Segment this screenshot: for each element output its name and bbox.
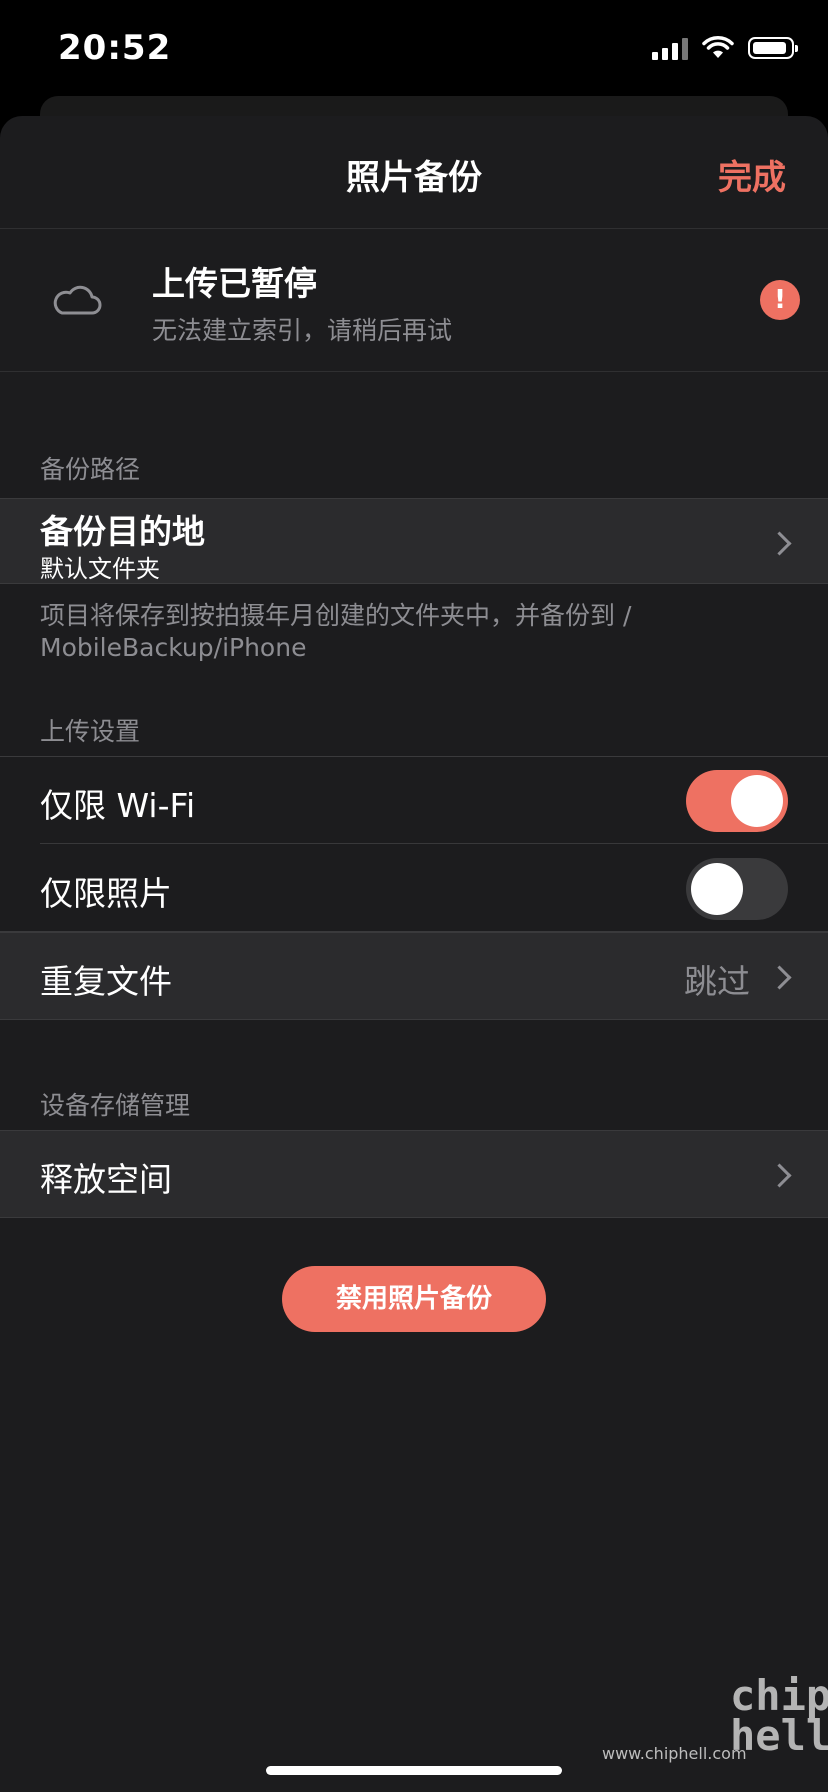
upload-settings-group: 仅限 Wi-Fi 仅限照片 — [0, 756, 828, 932]
photo-backup-sheet: 照片备份 完成 上传已暂停 无法建立索引，请稍后再试 ! 备份路径 备份目的地 … — [0, 116, 828, 1792]
backup-destination-row[interactable]: 备份目的地 默认文件夹 — [0, 498, 828, 584]
chevron-right-icon — [767, 531, 792, 556]
toggle-knob — [731, 775, 783, 827]
free-up-space-label: 释放空间 — [40, 1160, 172, 1199]
backup-path-note: 项目将保存到按拍摄年月创建的文件夹中，并备份到 / MobileBackup/i… — [40, 601, 632, 662]
duplicate-files-label: 重复文件 — [40, 962, 172, 1001]
status-icons — [652, 36, 798, 60]
backup-destination-value: 默认文件夹 — [40, 555, 160, 583]
page-title: 照片备份 — [346, 158, 482, 198]
toggle-knob — [691, 863, 743, 915]
status-time: 20:52 — [58, 28, 172, 68]
duplicate-files-value: 跳过 — [684, 962, 750, 1001]
status-bar: 20:52 — [0, 0, 828, 100]
alert-icon[interactable]: ! — [760, 280, 800, 320]
photos-only-label: 仅限照片 — [40, 874, 172, 913]
chevron-right-icon — [767, 1163, 792, 1188]
battery-icon — [748, 37, 798, 59]
wifi-only-label: 仅限 Wi-Fi — [40, 786, 196, 825]
cellular-signal-icon — [652, 36, 688, 60]
section-label-backup-path: 备份路径 — [40, 455, 141, 484]
upload-status-subtitle: 无法建立索引，请稍后再试 — [152, 316, 453, 345]
watermark-text: www.chiphell.com — [602, 1744, 747, 1763]
backup-destination-title: 备份目的地 — [40, 512, 205, 551]
wifi-only-toggle[interactable] — [686, 770, 788, 832]
wifi-icon — [702, 36, 734, 58]
disable-photo-backup-button[interactable]: 禁用照片备份 — [282, 1266, 546, 1332]
section-label-upload-settings: 上传设置 — [40, 717, 141, 746]
section-label-storage: 设备存储管理 — [40, 1091, 191, 1120]
cloud-icon — [53, 285, 102, 315]
duplicate-files-row[interactable]: 重复文件 跳过 — [0, 932, 828, 1020]
upload-status-title: 上传已暂停 — [152, 264, 317, 303]
home-indicator[interactable] — [266, 1766, 562, 1775]
nav-bar: 照片备份 完成 — [0, 116, 828, 229]
done-button[interactable]: 完成 — [718, 150, 786, 199]
row-divider — [40, 843, 828, 844]
free-up-space-row[interactable]: 释放空间 — [0, 1130, 828, 1218]
upload-status-row: 上传已暂停 无法建立索引，请稍后再试 ! — [0, 229, 828, 372]
photos-only-toggle[interactable] — [686, 858, 788, 920]
chevron-right-icon — [767, 965, 792, 990]
watermark-logo: chip hell — [730, 1671, 828, 1760]
